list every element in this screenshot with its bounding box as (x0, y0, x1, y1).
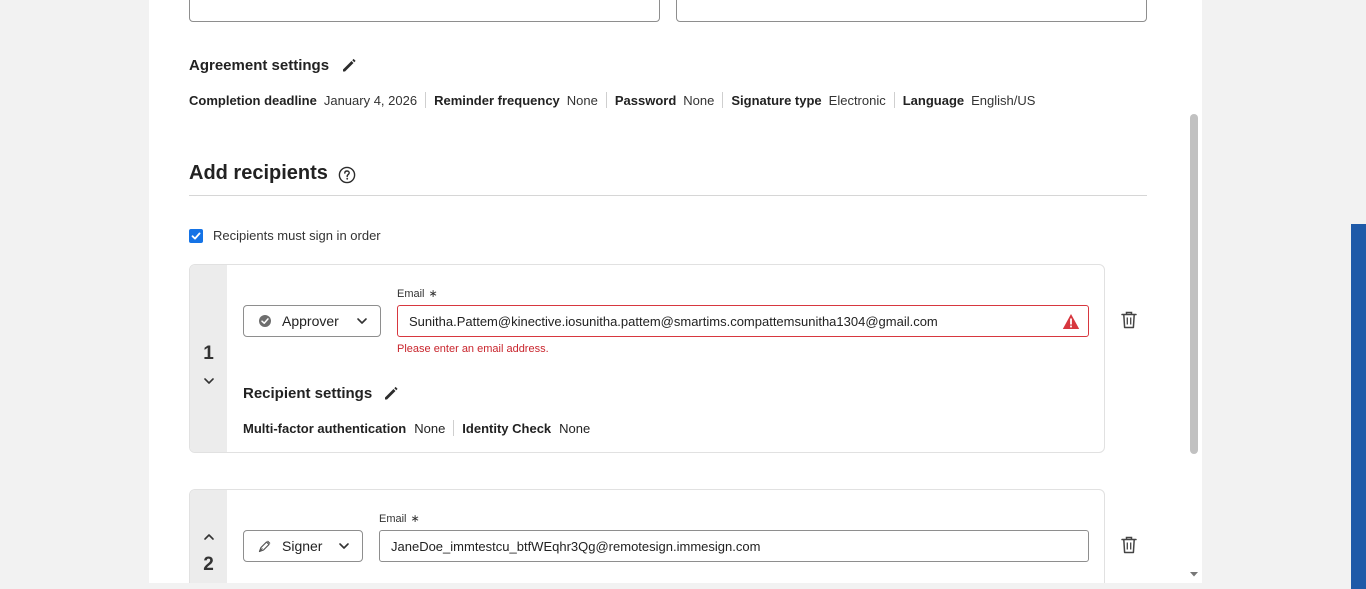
pen-icon (258, 540, 271, 553)
chevron-down-icon (357, 318, 367, 324)
recipient-settings-summary: Multi-factor authentication None Identit… (243, 420, 590, 436)
email-error-message: Please enter an email address. (397, 343, 549, 355)
reminder-value: None (566, 92, 598, 108)
agreement-settings-title: Agreement settings (189, 57, 330, 74)
role-label: Signer (282, 538, 323, 554)
email-field-label: Email ∗ (397, 288, 438, 300)
separator (722, 92, 724, 108)
language-value: English/US (971, 92, 1036, 108)
top-field-right[interactable] (676, 0, 1147, 22)
identity-check-value: None (559, 420, 591, 436)
deadline-value: January 4, 2026 (323, 92, 418, 108)
edit-agreement-settings-pencil-icon[interactable] (341, 57, 357, 73)
chevron-down-icon (339, 543, 349, 549)
recipient-settings-title: Recipient settings (243, 385, 373, 402)
password-label: Password (614, 92, 677, 108)
move-down-chevron-icon[interactable] (202, 376, 216, 386)
email-value: Sunitha.Pattem@kinective.iosunitha.patte… (409, 313, 938, 329)
alert-warning-icon (1062, 314, 1080, 329)
language-label: Language (902, 92, 965, 108)
check-circle-icon (259, 315, 271, 327)
sign-in-order-label[interactable]: Recipients must sign in order (213, 228, 381, 243)
separator (893, 92, 895, 108)
edit-recipient-settings-pencil-icon[interactable] (383, 385, 399, 401)
recipient-number: 1 (203, 343, 214, 364)
separator (453, 420, 455, 436)
password-value: None (683, 92, 715, 108)
mfa-value: None (414, 420, 446, 436)
scrollbar-thumb[interactable] (1190, 114, 1198, 454)
email-input-recipient-1[interactable]: Sunitha.Pattem@kinective.iosunitha.patte… (397, 305, 1089, 337)
separator (425, 92, 427, 108)
delete-recipient-1-trash-icon[interactable] (1121, 311, 1137, 329)
sign-in-order-checkbox[interactable] (189, 229, 203, 243)
role-label: Approver (282, 313, 339, 329)
recipient-card-2: 2 Signer Email ∗ JaneDoe_immtestcu_btfWEq… (189, 489, 1105, 583)
role-picker-signer[interactable]: Signer (243, 530, 363, 562)
checkmark-icon (191, 232, 201, 240)
signature-type-label: Signature type (731, 92, 822, 108)
mfa-label: Multi-factor authentication (243, 420, 407, 436)
section-divider (189, 195, 1147, 196)
separator (605, 92, 607, 108)
scroll-down-arrow-icon[interactable] (1189, 571, 1199, 577)
email-input-recipient-2[interactable]: JaneDoe_immtestcu_btfWEqhr3Qg@remotesign… (379, 530, 1089, 562)
email-value: JaneDoe_immtestcu_btfWEqhr3Qg@remotesign… (391, 538, 761, 554)
side-accent-bar (1351, 224, 1366, 589)
email-field-label: Email ∗ (379, 513, 420, 525)
role-picker-approver[interactable]: Approver (243, 305, 381, 337)
deadline-label: Completion deadline (189, 92, 317, 108)
top-field-left[interactable] (189, 0, 660, 22)
identity-check-label: Identity Check (462, 420, 552, 436)
agreement-settings-summary: Completion deadline January 4, 2026 Remi… (189, 92, 1035, 108)
reminder-label: Reminder frequency (434, 92, 560, 108)
recipient-card-1: 1 Approver Email ∗ Sunitha.Pattem@kinecti… (189, 264, 1105, 453)
delete-recipient-2-trash-icon[interactable] (1121, 536, 1137, 554)
move-up-chevron-icon[interactable] (202, 532, 216, 542)
add-recipients-title: Add recipients (189, 162, 328, 184)
signature-type-value: Electronic (828, 92, 886, 108)
help-icon[interactable] (338, 166, 356, 184)
recipient-number: 2 (203, 554, 214, 575)
main-panel: Agreement settings Completion deadline J… (149, 0, 1202, 583)
